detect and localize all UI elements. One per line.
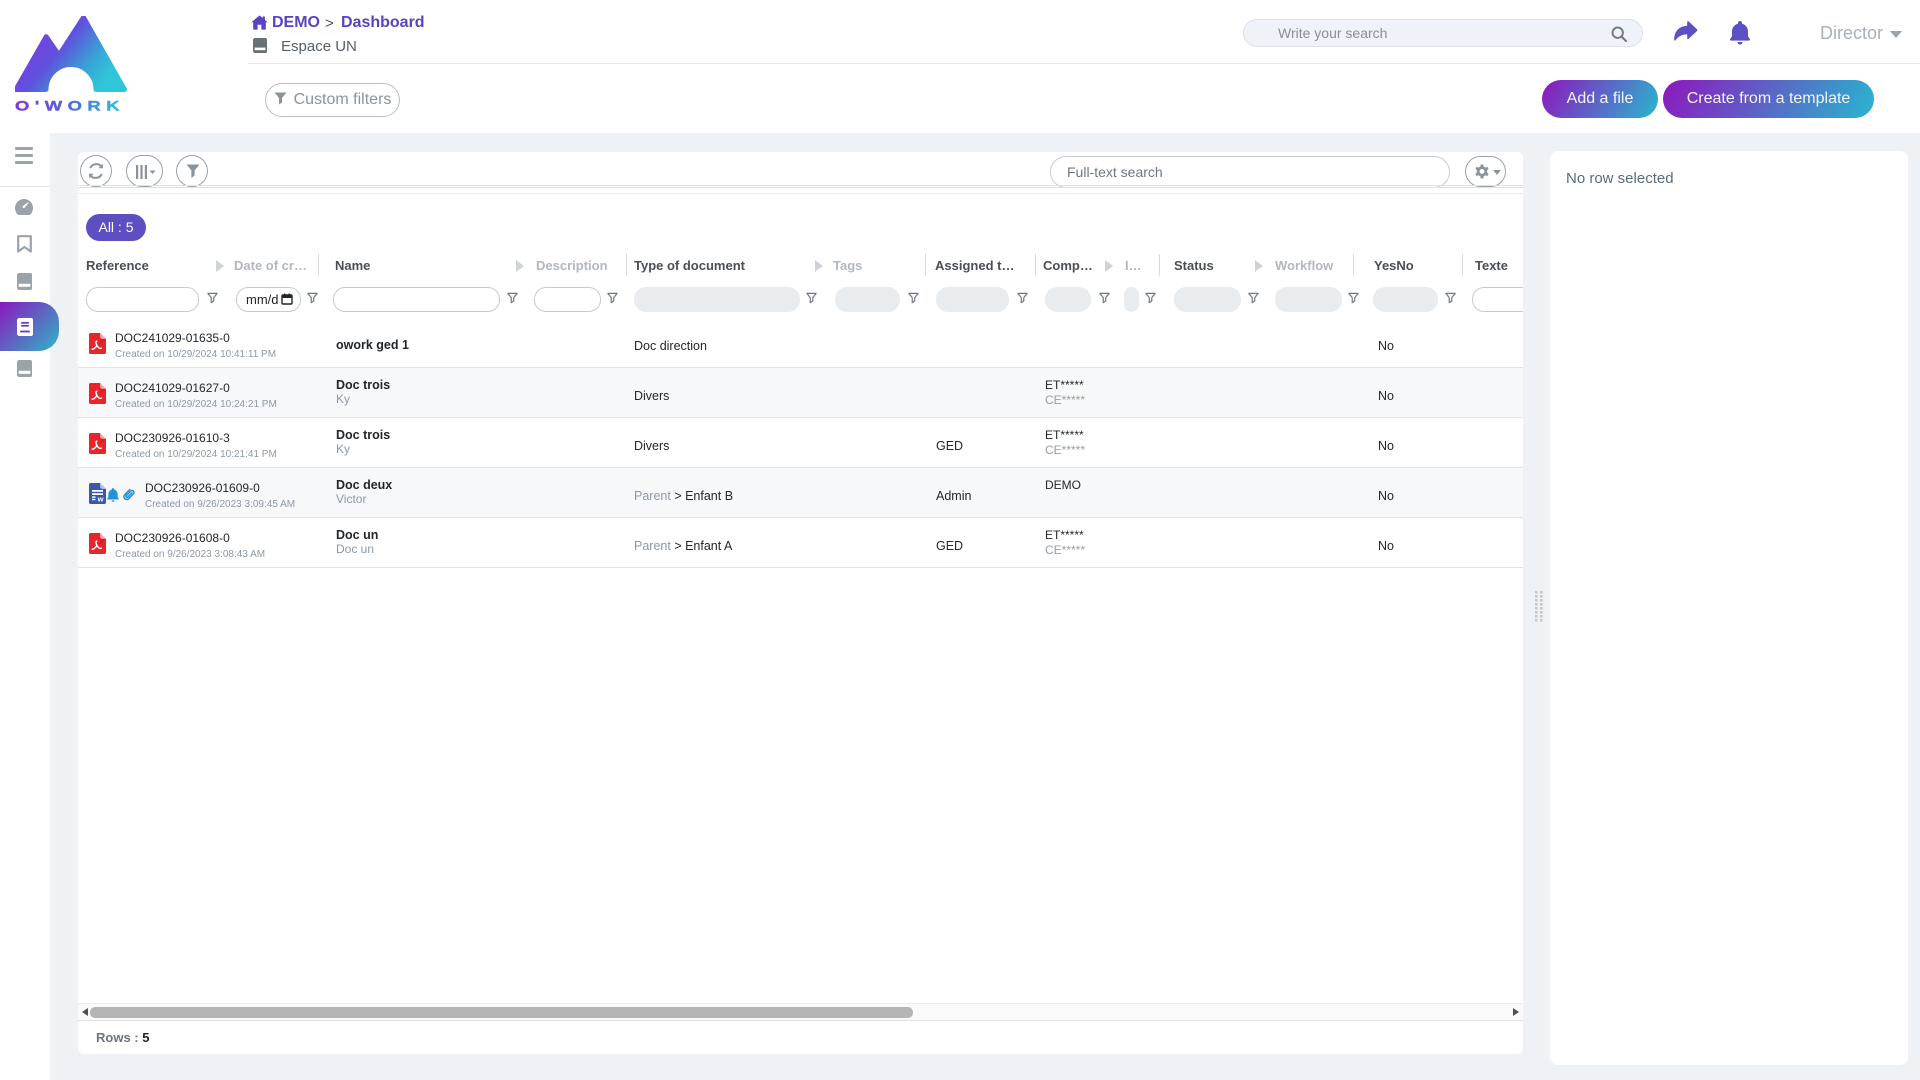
svg-text:O'WORK: O'WORK: [15, 98, 125, 114]
svg-text:w: w: [97, 495, 104, 504]
